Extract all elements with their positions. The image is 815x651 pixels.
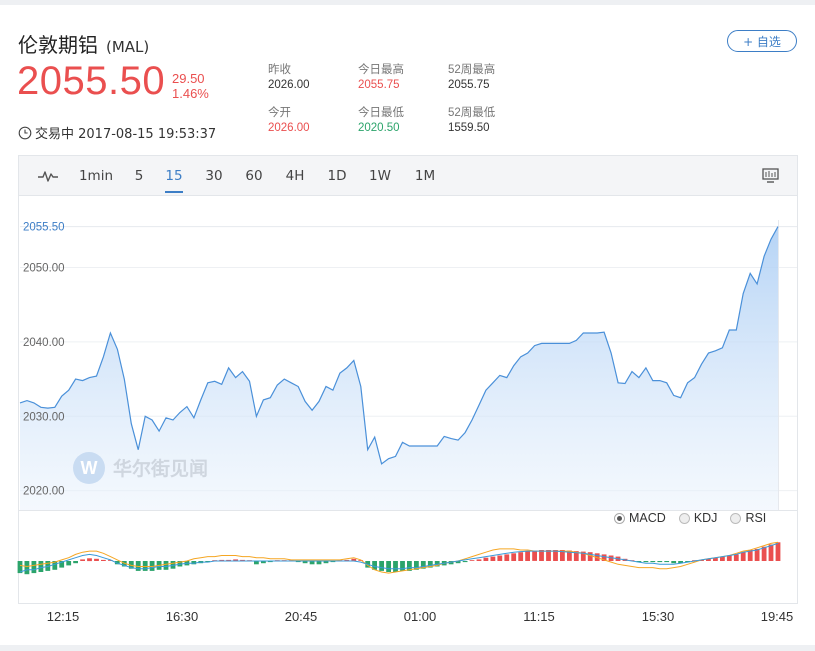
- chart-panel: 1min 5 15 30 60 4H 1D 1W 1M: [18, 155, 798, 604]
- stat-value: 2026.00: [268, 122, 310, 134]
- rsi-radio[interactable]: [730, 512, 742, 524]
- stat-label: 今开: [268, 107, 291, 119]
- last-price: 2055.50: [17, 59, 166, 103]
- rsi-label: RSI: [745, 511, 767, 525]
- x-axis-labels: 12:15 16:30 20:45 01:00 11:15 15:30 19:45: [47, 609, 794, 624]
- stat-day-high: 今日最高 2055.75: [358, 63, 404, 93]
- tab-60[interactable]: 60: [244, 156, 264, 196]
- tab-4h[interactable]: 4H: [284, 156, 306, 196]
- indicator-macd[interactable]: MACD: [614, 511, 666, 525]
- tab-1d[interactable]: 1D: [326, 156, 348, 196]
- stat-value: 2055.75: [358, 79, 400, 91]
- macd-label: MACD: [629, 511, 666, 525]
- change-percent: 1.46%: [172, 86, 209, 101]
- period-tabs: 1min 5 15 30 60 4H 1D 1W 1M: [19, 156, 797, 196]
- macd-radio[interactable]: [614, 512, 625, 524]
- x-tick-label: 20:45: [285, 609, 318, 624]
- indicator-kdj[interactable]: KDJ: [678, 511, 718, 525]
- x-tick-label: 19:45: [761, 609, 794, 624]
- stat-label: 52周最高: [448, 64, 496, 76]
- add-watchlist-button[interactable]: + 自选: [727, 30, 797, 52]
- instrument-name: 伦敦期铝: [18, 33, 98, 57]
- change-value: 29.50: [172, 71, 205, 86]
- stat-label: 今日最高: [358, 64, 404, 76]
- fullscreen-chart-icon[interactable]: [762, 168, 779, 184]
- instrument-title: 伦敦期铝 (MAL): [18, 29, 149, 58]
- tab-15[interactable]: 15: [165, 156, 183, 196]
- stat-prev-close: 昨收 2026.00: [268, 63, 310, 93]
- stat-value: 2026.00: [268, 79, 310, 91]
- x-tick-label: 12:15: [47, 609, 80, 624]
- tab-1min[interactable]: 1min: [76, 156, 116, 196]
- tab-5[interactable]: 5: [132, 156, 146, 196]
- x-tick-label: 11:15: [523, 609, 555, 624]
- stat-label: 昨收: [268, 64, 291, 76]
- clock-icon: [18, 126, 32, 139]
- tab-1w[interactable]: 1W: [368, 156, 392, 196]
- price-change: 29.50 1.46%: [172, 71, 209, 101]
- indicator-rsi[interactable]: RSI: [730, 511, 766, 525]
- indicator-selector: MACD KDJ RSI: [614, 511, 766, 525]
- x-tick-label: 01:00: [404, 609, 437, 624]
- stat-value: 1559.50: [448, 122, 490, 134]
- stat-value: 2055.75: [448, 79, 490, 91]
- kdj-radio[interactable]: [678, 512, 690, 524]
- stat-label: 52周最低: [448, 107, 496, 119]
- trading-status: 交易中 2017-08-15 19:53:37: [18, 123, 216, 142]
- instrument-code: (MAL): [106, 38, 150, 56]
- x-tick-label: 16:30: [166, 609, 199, 624]
- kdj-label: KDJ: [693, 511, 718, 525]
- intraday-pulse-icon[interactable]: [38, 168, 58, 184]
- stat-label: 今日最低: [358, 107, 404, 119]
- stat-day-low: 今日最低 2020.50: [358, 106, 404, 136]
- tab-30[interactable]: 30: [204, 156, 224, 196]
- stat-52w-high: 52周最高 2055.75: [448, 63, 495, 93]
- stat-52w-low: 52周最低 1559.50: [448, 106, 495, 136]
- status-text: 交易中 2017-08-15 19:53:37: [35, 127, 217, 142]
- stat-open: 今开 2026.00: [268, 106, 310, 136]
- x-tick-label: 15:30: [642, 609, 675, 624]
- stat-value: 2020.50: [358, 122, 400, 134]
- quote-card: 伦敦期铝 (MAL) + 自选 2055.50 29.50 1.46% 交易中 2…: [0, 5, 815, 645]
- tab-1m[interactable]: 1M: [413, 156, 437, 196]
